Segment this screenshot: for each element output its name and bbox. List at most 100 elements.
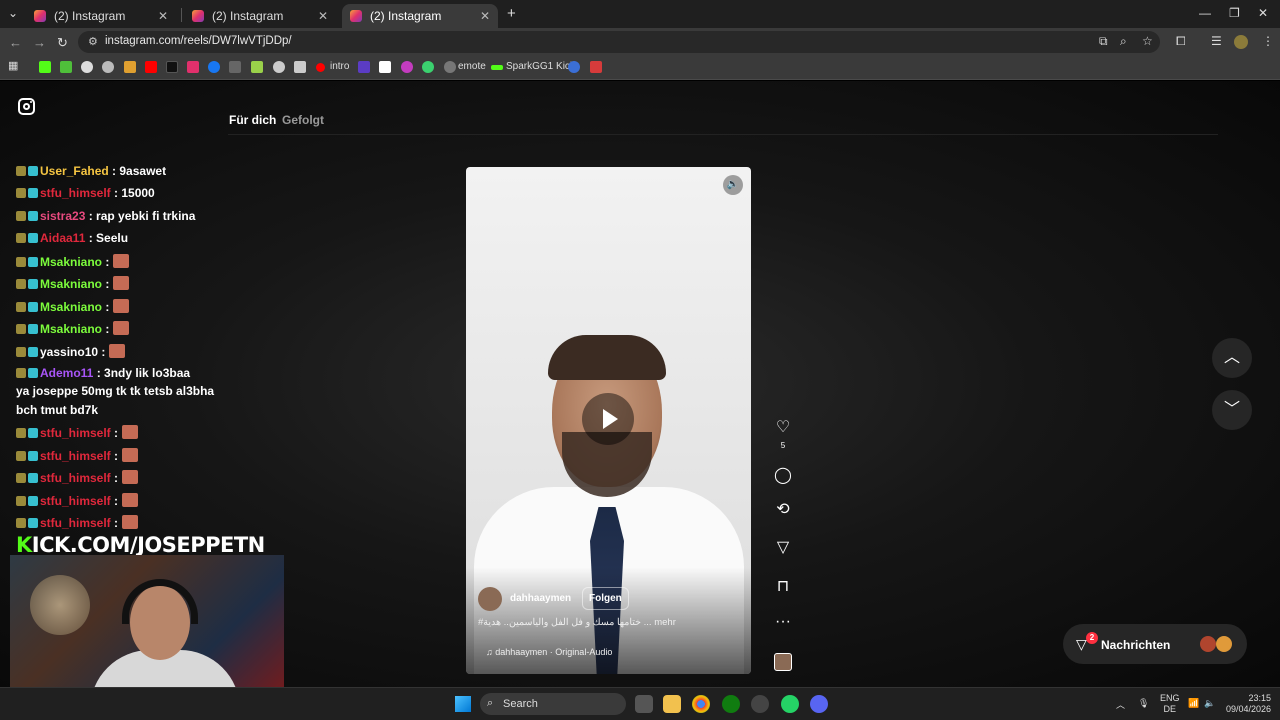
app-icon[interactable] xyxy=(751,695,769,713)
browser-tab-1[interactable]: (2) Instagram ✕ xyxy=(26,4,176,28)
tab-search-chevron-icon[interactable]: ⌄ xyxy=(8,6,18,20)
emote-bookmark-icon[interactable] xyxy=(444,61,456,73)
kick-bookmark-icon[interactable] xyxy=(491,65,503,70)
install-app-icon[interactable]: ⧉ xyxy=(1099,34,1108,49)
file-explorer-icon[interactable] xyxy=(663,695,681,713)
repost-icon[interactable]: ⟲ xyxy=(774,499,792,519)
bookmark-icon[interactable] xyxy=(81,61,93,73)
tab-close-icon[interactable]: ✕ xyxy=(480,9,490,23)
whatsapp-icon[interactable] xyxy=(781,695,799,713)
wifi-icon[interactable]: 📶 xyxy=(1188,698,1199,709)
bookmark-icon[interactable] xyxy=(102,61,114,73)
like-heart-icon[interactable]: ♡ xyxy=(774,417,792,437)
taskbar-search[interactable] xyxy=(480,693,626,715)
language-indicator[interactable]: ENG DE xyxy=(1160,693,1180,715)
forward-arrow-icon[interactable]: → xyxy=(33,35,46,50)
play-icon[interactable] xyxy=(582,393,634,445)
chat-message: stfu_himself : xyxy=(16,493,139,508)
site-info-icon[interactable]: ⚙ xyxy=(88,35,98,48)
bookmark-icon[interactable] xyxy=(294,61,306,73)
browser-tab-3-active[interactable]: (2) Instagram ✕ xyxy=(342,4,498,28)
facebook-bookmark-icon[interactable] xyxy=(208,61,220,73)
xbox-icon[interactable] xyxy=(722,695,740,713)
microphone-icon[interactable]: 🎙 xyxy=(1138,698,1149,709)
chat-badge-icon xyxy=(16,428,26,438)
taskbar-clock[interactable]: 23:15 09/04/2026 xyxy=(1226,693,1271,715)
new-tab-button[interactable]: + xyxy=(507,5,516,22)
zoom-icon[interactable]: ⌕ xyxy=(1120,34,1127,49)
tray-chevron-up-icon[interactable]: ︿ xyxy=(1116,698,1125,711)
intro-bookmark-icon[interactable] xyxy=(316,63,325,72)
meta-bookmark-icon[interactable] xyxy=(568,61,580,73)
audio-thumbnail[interactable] xyxy=(774,653,792,671)
bookmark-icon[interactable] xyxy=(60,61,72,73)
close-window-icon[interactable]: ✕ xyxy=(1258,6,1268,20)
url-text[interactable]: instagram.com/reels/DW7lwVTjDDp/ xyxy=(105,35,292,47)
youtube-bookmark-icon[interactable] xyxy=(145,61,157,73)
instagram-bookmark-icon[interactable] xyxy=(187,61,199,73)
chat-badge-icon xyxy=(28,302,38,312)
apps-grid-icon[interactable]: ▦ xyxy=(8,59,20,72)
chat-text: : 9asawet xyxy=(108,164,167,178)
tab-close-icon[interactable]: ✕ xyxy=(158,9,168,23)
discord-icon[interactable] xyxy=(810,695,828,713)
chat-text: : xyxy=(98,345,106,359)
bookmark-star-icon[interactable]: ☆ xyxy=(1142,34,1153,48)
profile-avatar[interactable] xyxy=(1234,35,1248,49)
comment-icon[interactable]: ◯ xyxy=(774,465,792,485)
messages-label[interactable]: Nachrichten xyxy=(1101,638,1170,652)
bookmark-icon[interactable] xyxy=(124,61,136,73)
next-reel-chevron-down-icon[interactable]: ﹀ xyxy=(1212,390,1252,430)
extensions-icon[interactable]: ⧠ xyxy=(1176,34,1186,49)
bookmark-emote[interactable]: emote xyxy=(458,61,486,72)
reel-author-avatar[interactable] xyxy=(478,587,502,611)
volume-icon[interactable]: 🔈 xyxy=(723,175,743,195)
chat-badge-icon xyxy=(16,518,26,528)
bookmark-icon[interactable] xyxy=(251,61,263,73)
tab-close-icon[interactable]: ✕ xyxy=(318,9,328,23)
bookmark-icon[interactable] xyxy=(229,61,241,73)
kick-bookmark-icon[interactable] xyxy=(39,61,51,73)
reel-author-username[interactable]: dahhaaymen xyxy=(510,593,571,604)
chrome-icon[interactable] xyxy=(692,695,710,713)
browser-tab-2[interactable]: (2) Instagram ✕ xyxy=(184,4,336,28)
windows-start-icon[interactable] xyxy=(455,696,471,712)
save-bookmark-icon[interactable]: ⊓ xyxy=(774,576,792,596)
speaker-icon[interactable]: 🔈 xyxy=(1204,698,1215,709)
bookmark-icon[interactable] xyxy=(358,61,370,73)
reel-caption[interactable]: #ختامها مسك و فل الفل والياسمين.. هدية .… xyxy=(478,617,698,628)
search-icon: ⌕ xyxy=(487,697,494,709)
follow-button[interactable]: Folgen xyxy=(582,587,629,610)
reading-list-icon[interactable]: ☰ xyxy=(1211,34,1222,48)
share-send-icon[interactable]: ▽ xyxy=(774,537,792,557)
chat-message: stfu_himself : 15000 xyxy=(16,186,155,200)
previous-reel-chevron-up-icon[interactable]: ︿ xyxy=(1212,338,1252,378)
tab-gefolgt[interactable]: Gefolgt xyxy=(282,113,324,127)
bookmark-icon[interactable] xyxy=(379,61,391,73)
minimize-icon[interactable]: — xyxy=(1199,6,1211,20)
bookmark-icon[interactable] xyxy=(422,61,434,73)
bookmark-icon[interactable] xyxy=(401,61,413,73)
restore-icon[interactable]: ❐ xyxy=(1229,6,1240,20)
bookmark-icon[interactable] xyxy=(273,61,285,73)
chat-username: Msakniano xyxy=(40,277,103,291)
tab-fuer-dich[interactable]: Für dich xyxy=(229,113,276,127)
task-view-icon[interactable] xyxy=(635,695,653,713)
instagram-logo-icon[interactable] xyxy=(18,98,35,115)
chat-badge-icon xyxy=(16,279,26,289)
reel-video[interactable]: 🔈 dahhaaymen Folgen #ختامها مسك و فل الف… xyxy=(466,167,751,674)
bookmark-intro[interactable]: intro xyxy=(330,61,349,72)
back-arrow-icon[interactable]: ← xyxy=(9,35,22,50)
message-avatar xyxy=(1200,636,1216,652)
chat-username: stfu_himself xyxy=(40,426,111,440)
reel-audio-label[interactable]: ♫ dahhaaymen · Original-Audio xyxy=(486,647,612,657)
chat-emote-icon xyxy=(113,321,130,335)
taskbar-search-label: Search xyxy=(503,698,538,710)
more-options-icon[interactable]: ··· xyxy=(774,613,792,631)
chat-badge-icon xyxy=(28,166,38,176)
bookmark-icon[interactable] xyxy=(590,61,602,73)
tiktok-bookmark-icon[interactable] xyxy=(166,61,178,73)
bookmark-sparkgg1-kick[interactable]: SparkGG1 Kick xyxy=(506,61,575,72)
menu-kebab-icon[interactable]: ⋮ xyxy=(1262,34,1274,48)
reload-icon[interactable]: ↻ xyxy=(57,35,68,51)
